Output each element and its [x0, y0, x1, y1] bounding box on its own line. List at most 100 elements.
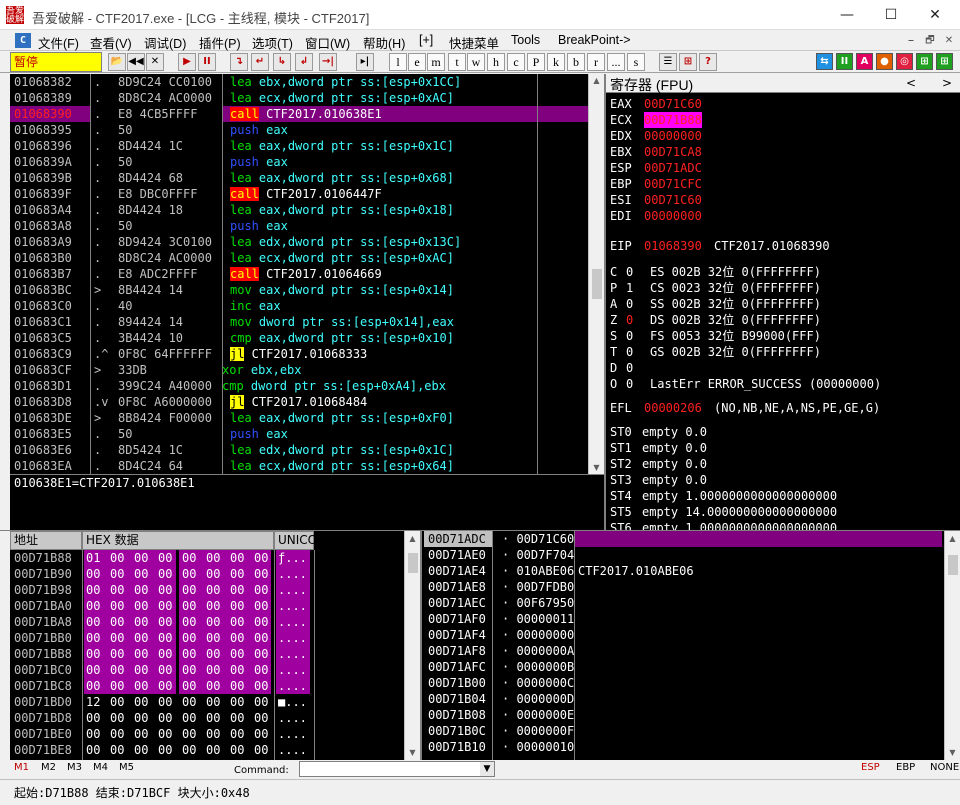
flag-t[interactable]: T 0 GS 002B 32位 0(FFFFFFFF) — [606, 344, 956, 360]
dump-byte[interactable]: 00 — [158, 662, 172, 678]
pause-green-icon[interactable]: II — [836, 53, 853, 70]
maximize-button[interactable]: ☐ — [868, 0, 914, 30]
disasm-row[interactable]: 01068396. 8D4424 1C lea eax,dword ptr ss:[… — [10, 138, 588, 154]
menu-window[interactable]: 窗口(W) — [305, 33, 350, 52]
stack-value[interactable]: · 00000010 — [502, 739, 574, 755]
dump-byte[interactable]: 00 — [182, 566, 196, 582]
dump-byte[interactable]: 00 — [110, 630, 124, 646]
minimize-button[interactable]: — — [824, 0, 870, 30]
flag-value[interactable]: 0 — [626, 296, 633, 312]
dump-byte[interactable]: 00 — [230, 694, 244, 710]
flag-z[interactable]: Z 0 DS 002B 32位 0(FFFFFFFF) — [606, 312, 956, 328]
dump-byte[interactable]: 00 — [86, 646, 100, 662]
dump-byte[interactable]: 00 — [182, 582, 196, 598]
dump-byte[interactable]: 00 — [134, 726, 148, 742]
disasm-row[interactable]: 010683D8 .v 0F8C A6000000 jl CTF2017.010684… — [10, 394, 588, 410]
dump-byte[interactable]: 00 — [230, 726, 244, 742]
trace-over-icon[interactable]: ↲ — [295, 53, 313, 71]
dump-byte[interactable]: 00 — [110, 614, 124, 630]
register-ecx[interactable]: ECX 00D71B88 — [606, 112, 956, 128]
dump-byte[interactable]: 00 — [230, 710, 244, 726]
plugin-grid-icon-1[interactable]: ⊞ — [916, 53, 933, 70]
dump-byte[interactable]: 00 — [110, 566, 124, 582]
mode-ebp[interactable]: EBP — [896, 762, 915, 773]
mode-esp[interactable]: ESP — [861, 762, 880, 773]
disasm-row[interactable]: 010683DE >8B8424 F00000 lea eax,dword ptr … — [10, 410, 588, 426]
stack-row[interactable]: 00D71AFC · 0000000B — [422, 659, 942, 675]
disasm-row[interactable]: 01068395. 50 push eax — [10, 122, 588, 138]
dump-byte[interactable]: 00 — [206, 614, 220, 630]
stack-pane[interactable]: 00D71ADC · 00D71C60 00D71AE0 · 00D7F704 00D7… — [420, 531, 960, 760]
flag-value[interactable]: 0 — [626, 312, 633, 328]
dump-pane[interactable]: 地址 HEX 数据 UNICO 00D71B88 01 00 00 00 00 00 00 00… — [10, 531, 420, 760]
fpu-st1[interactable]: ST1 empty 0.0 — [606, 440, 956, 456]
dump-byte[interactable]: 00 — [110, 710, 124, 726]
dump-byte[interactable]: 00 — [206, 582, 220, 598]
flag-d[interactable]: D0 — [606, 360, 956, 376]
dump-row[interactable]: 00D71BB8 00 00 00 00 00 00 00 00.... — [10, 646, 404, 662]
dump-byte[interactable]: 00 — [158, 614, 172, 630]
windows-button[interactable]: w — [467, 53, 485, 71]
dump-byte[interactable]: 00 — [206, 742, 220, 758]
dump-byte[interactable]: 00 — [86, 710, 100, 726]
fpu-st0[interactable]: ST0 empty 0.0 — [606, 424, 956, 440]
menu-breakpoint[interactable]: BreakPoint-> — [558, 33, 631, 47]
dump-byte[interactable]: 00 — [254, 662, 268, 678]
dump-byte[interactable]: 00 — [206, 646, 220, 662]
register-value[interactable]: 00D71ADC — [644, 160, 702, 176]
dump-header-address[interactable]: 地址 — [10, 531, 82, 550]
stack-row[interactable]: 00D71AF8 · 0000000A — [422, 643, 942, 659]
register-value[interactable]: 00D71B88 — [644, 112, 702, 128]
dump-byte[interactable]: 00 — [134, 742, 148, 758]
dump-byte[interactable]: 00 — [254, 726, 268, 742]
mdi-close-icon[interactable]: ✕ — [940, 33, 958, 48]
dump-byte[interactable]: 00 — [134, 646, 148, 662]
dump-byte[interactable]: 00 — [110, 662, 124, 678]
disasm-row[interactable]: 010683A8. 50 push eax — [10, 218, 588, 234]
dump-byte[interactable]: 00 — [86, 630, 100, 646]
dump-byte[interactable]: 00 — [86, 662, 100, 678]
dump-byte[interactable]: 00 — [230, 598, 244, 614]
dump-byte[interactable]: 00 — [158, 566, 172, 582]
register-value[interactable]: 00D71CFC — [644, 176, 702, 192]
dump-byte[interactable]: 00 — [182, 614, 196, 630]
dump-byte[interactable]: 00 — [158, 694, 172, 710]
dump-byte[interactable]: 00 — [206, 678, 220, 694]
stack-row[interactable]: 00D71AE4 · 010ABE06 CTF2017.010ABE06 — [422, 563, 942, 579]
references-button[interactable]: r — [587, 53, 605, 71]
dump-byte[interactable]: 00 — [254, 598, 268, 614]
register-value[interactable]: 00000206 — [644, 400, 702, 416]
run-icon[interactable]: ▶ — [178, 53, 196, 71]
dump-byte[interactable]: 00 — [86, 742, 100, 758]
disasm-row[interactable]: 01068382. 8D9C24 CC0100 lea ebx,dword ptr … — [10, 74, 588, 90]
register-value[interactable]: 00000000 — [644, 128, 702, 144]
dump-byte[interactable]: 00 — [86, 678, 100, 694]
dump-row[interactable]: 00D71B98 00 00 00 00 00 00 00 00.... — [10, 582, 404, 598]
tab-m4[interactable]: M4 — [93, 762, 108, 773]
dump-byte[interactable]: 00 — [158, 598, 172, 614]
dump-byte[interactable]: 00 — [134, 566, 148, 582]
dump-byte[interactable]: 00 — [86, 726, 100, 742]
dump-row[interactable]: 00D71B88 01 00 00 00 00 00 00 00 ƒ... — [10, 550, 404, 566]
dump-byte[interactable]: 00 — [134, 550, 148, 566]
dump-byte[interactable]: 00 — [158, 582, 172, 598]
dump-header-hex[interactable]: HEX 数据 — [82, 531, 274, 550]
dump-row[interactable]: 00D71BC0 00 00 00 00 00 00 00 00.... — [10, 662, 404, 678]
menu-plus[interactable]: [+] — [419, 33, 433, 47]
stack-row[interactable]: 00D71B10 · 00000010 — [422, 739, 942, 755]
stack-scrollbar[interactable]: ▲ ▼ — [944, 531, 960, 760]
dump-byte[interactable]: 00 — [158, 710, 172, 726]
dump-byte[interactable]: 00 — [206, 710, 220, 726]
disassembly-scrollbar[interactable]: ▲ ▼ — [588, 74, 604, 474]
restart-icon[interactable]: ◀◀ — [127, 53, 145, 71]
dump-byte[interactable]: 00 — [206, 694, 220, 710]
stack-row[interactable]: 00D71B0C · 0000000F — [422, 723, 942, 739]
target-icon[interactable]: ◎ — [896, 53, 913, 70]
dump-byte[interactable]: 00 — [86, 614, 100, 630]
dump-byte[interactable]: 00 — [230, 662, 244, 678]
menu-view[interactable]: 查看(V) — [90, 33, 132, 52]
disasm-row[interactable]: 010683B7. E8 ADC2FFFF call CTF2017.0106466… — [10, 266, 588, 282]
register-edx[interactable]: EDX 00000000 — [606, 128, 956, 144]
menu-file[interactable]: 文件(F) — [38, 33, 79, 52]
list-icon[interactable]: ☰ — [659, 53, 677, 71]
